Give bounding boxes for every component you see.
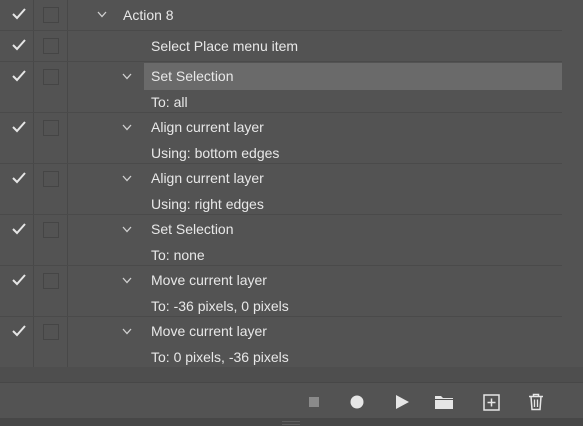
- toggle-item-column[interactable]: [0, 0, 34, 30]
- action-label: Action 8: [123, 7, 174, 23]
- chevron-down-icon[interactable]: [122, 277, 132, 284]
- list-item-align-right[interactable]: Align current layer Using: right edges: [0, 164, 562, 214]
- checkmark-icon[interactable]: [12, 39, 26, 51]
- stop-icon: [309, 397, 319, 407]
- toggle-dialog-column[interactable]: [34, 164, 68, 214]
- new-action-icon: [482, 393, 500, 411]
- record-button[interactable]: [345, 391, 369, 413]
- chevron-down-icon[interactable]: [122, 124, 132, 131]
- delete-button[interactable]: [524, 391, 548, 413]
- chevron-down-icon[interactable]: [122, 328, 132, 335]
- actions-panel: Action 8 Select Place menu item Set Sele: [0, 0, 583, 426]
- record-icon: [350, 395, 364, 409]
- play-icon: [396, 395, 409, 409]
- list-item-select-place[interactable]: Select Place menu item: [0, 31, 562, 61]
- list-item-set-selection-all[interactable]: Set Selection To: all: [0, 62, 562, 112]
- list-scrollbar[interactable]: [562, 0, 583, 367]
- checkmark-icon[interactable]: [12, 70, 26, 82]
- dialog-toggle-box[interactable]: [43, 171, 59, 187]
- command-label: Align current layer: [151, 170, 264, 186]
- chevron-down-icon[interactable]: [97, 11, 107, 18]
- stop-button[interactable]: [302, 391, 326, 413]
- toggle-dialog-column[interactable]: [34, 266, 68, 316]
- command-label: Move current layer: [151, 272, 267, 288]
- command-detail: Using: right edges: [151, 196, 264, 212]
- trash-icon: [529, 393, 543, 411]
- toggle-item-column[interactable]: [0, 113, 34, 163]
- dialog-toggle-box[interactable]: [43, 38, 59, 54]
- checkmark-icon[interactable]: [12, 8, 26, 20]
- folder-icon: [435, 396, 453, 409]
- toggle-item-column[interactable]: [0, 62, 34, 112]
- command-label: Select Place menu item: [151, 38, 299, 54]
- toggle-item-column[interactable]: [0, 31, 34, 61]
- command-label: Set Selection: [151, 221, 234, 237]
- new-action-button[interactable]: [479, 391, 503, 413]
- dialog-toggle-box[interactable]: [43, 120, 59, 136]
- toggle-dialog-column[interactable]: [34, 0, 68, 30]
- command-detail: Using: bottom edges: [151, 145, 280, 161]
- new-set-button[interactable]: [432, 391, 456, 413]
- command-label: Set Selection: [151, 68, 234, 84]
- command-label: Move current layer: [151, 323, 267, 339]
- actions-list: Action 8 Select Place menu item Set Sele: [0, 0, 562, 367]
- toggle-dialog-column[interactable]: [34, 113, 68, 163]
- actions-toolbar: [0, 382, 583, 419]
- command-detail: To: -36 pixels, 0 pixels: [151, 298, 289, 314]
- chevron-down-icon[interactable]: [122, 226, 132, 233]
- toggle-dialog-column[interactable]: [34, 31, 68, 61]
- chevron-down-icon[interactable]: [122, 175, 132, 182]
- toggle-item-column[interactable]: [0, 317, 34, 367]
- list-item-align-bottom[interactable]: Align current layer Using: bottom edges: [0, 113, 562, 163]
- chevron-down-icon[interactable]: [122, 73, 132, 80]
- checkmark-icon[interactable]: [12, 223, 26, 235]
- list-item-move-layer-1[interactable]: Move current layer To: -36 pixels, 0 pix…: [0, 266, 562, 316]
- toggle-dialog-column[interactable]: [34, 62, 68, 112]
- resize-strip[interactable]: [0, 418, 583, 426]
- dialog-toggle-box[interactable]: [43, 69, 59, 85]
- list-item-move-layer-2[interactable]: Move current layer To: 0 pixels, -36 pix…: [0, 317, 562, 367]
- command-detail: To: none: [151, 247, 205, 263]
- command-detail: To: 0 pixels, -36 pixels: [151, 349, 289, 365]
- dialog-toggle-box[interactable]: [43, 7, 59, 23]
- toggle-item-column[interactable]: [0, 266, 34, 316]
- command-label: Align current layer: [151, 119, 264, 135]
- list-item-set-selection-none[interactable]: Set Selection To: none: [0, 215, 562, 265]
- checkmark-icon[interactable]: [12, 274, 26, 286]
- play-button[interactable]: [390, 391, 414, 413]
- resize-grip-icon[interactable]: [282, 421, 300, 425]
- toggle-dialog-column[interactable]: [34, 215, 68, 265]
- dialog-toggle-box[interactable]: [43, 222, 59, 238]
- list-item-action-8[interactable]: Action 8: [0, 0, 562, 30]
- toggle-dialog-column[interactable]: [34, 317, 68, 367]
- dialog-toggle-box[interactable]: [43, 273, 59, 289]
- command-detail: To: all: [151, 94, 188, 110]
- toggle-item-column[interactable]: [0, 164, 34, 214]
- toggle-item-column[interactable]: [0, 215, 34, 265]
- checkmark-icon[interactable]: [12, 325, 26, 337]
- checkmark-icon[interactable]: [12, 172, 26, 184]
- checkmark-icon[interactable]: [12, 121, 26, 133]
- dialog-toggle-box[interactable]: [43, 324, 59, 340]
- list-bottom-gap: [0, 367, 583, 382]
